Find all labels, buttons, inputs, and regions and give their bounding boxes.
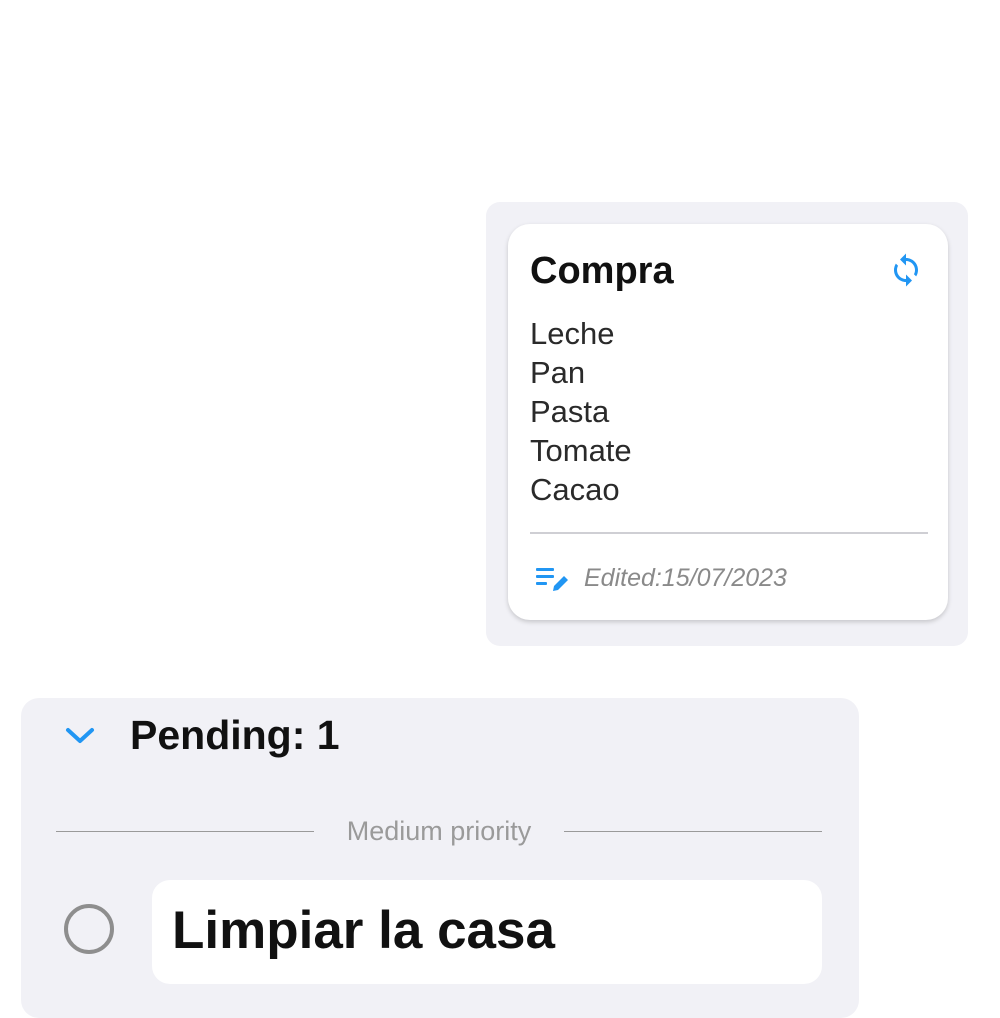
note-title: Compra <box>530 250 674 292</box>
pending-header[interactable]: Pending: 1 <box>130 712 340 759</box>
note-line: Tomate <box>530 433 632 468</box>
note-line: Pan <box>530 355 586 390</box>
note-line: Leche <box>530 316 615 351</box>
chevron-down-icon[interactable] <box>63 724 97 748</box>
task-checkbox[interactable] <box>64 904 114 954</box>
note-body: Leche Pan Pasta Tomate Cacao <box>530 314 632 509</box>
edit-note-icon <box>536 568 568 591</box>
task-title: Limpiar la casa <box>172 901 555 960</box>
pending-section: Pending: 1 Medium priority Limpiar la ca… <box>21 698 859 1018</box>
note-card[interactable]: Compra Leche Pan Pasta Tomate Cacao Edit… <box>508 224 948 620</box>
edited-date: Edited:15/07/2023 <box>584 564 787 592</box>
note-panel: Compra Leche Pan Pasta Tomate Cacao Edit… <box>486 202 968 646</box>
divider-line <box>564 831 822 832</box>
sync-icon[interactable] <box>888 252 924 288</box>
priority-divider: Medium priority <box>56 816 822 846</box>
note-line: Pasta <box>530 394 610 429</box>
note-line: Cacao <box>530 472 620 507</box>
task-item[interactable]: Limpiar la casa <box>152 880 822 984</box>
note-divider <box>530 532 928 534</box>
divider-line <box>56 831 314 832</box>
priority-label: Medium priority <box>346 816 532 846</box>
